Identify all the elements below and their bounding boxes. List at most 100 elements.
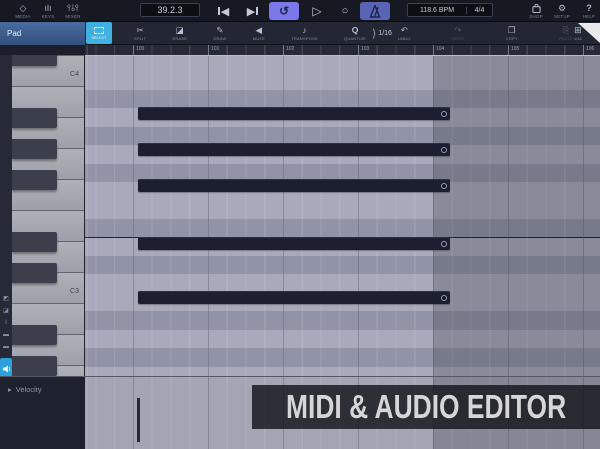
track-name: Pad xyxy=(7,29,21,38)
song-position-display[interactable]: 39.2.3 xyxy=(140,3,200,17)
skip-back-button[interactable]: ◀ xyxy=(212,2,234,20)
help-button[interactable]: ? HELP xyxy=(574,1,600,21)
track-header[interactable]: Pad xyxy=(0,22,85,45)
note-resize-handle[interactable] xyxy=(441,147,447,153)
top-bar: ◇ MEDIA ılı KEYS ⫯⫰⫯ MIXER 39.2.3 ◀ ▶ ↺ … xyxy=(0,0,600,22)
gear-icon: ⚙ xyxy=(558,4,566,13)
ruler-track[interactable]: 100101102103104105106 xyxy=(85,45,600,55)
paste-button[interactable]: ⎘ PASTE xyxy=(559,26,573,41)
shop-bag-icon xyxy=(532,4,541,13)
piano-black-key[interactable] xyxy=(12,356,57,376)
copy-button[interactable]: ❐ COPY xyxy=(506,26,518,41)
bar-tick xyxy=(133,45,134,55)
velocity-header[interactable]: ▸ Velocity xyxy=(0,377,85,449)
piano-black-key[interactable] xyxy=(12,55,57,66)
piano-roll-editor: ◩ ◪ I ▬ ▬ C4C3 xyxy=(0,55,600,376)
piano-black-key[interactable] xyxy=(12,232,57,252)
bar-number: 106 xyxy=(586,46,594,52)
velocity-bar[interactable] xyxy=(137,398,140,442)
loop-button-active[interactable]: ↺ xyxy=(269,2,299,20)
midi-note[interactable] xyxy=(138,291,450,304)
quantize-tool-label: QUANTIZE xyxy=(344,36,366,41)
bar-number: 102 xyxy=(286,46,294,52)
collapse-icon[interactable]: ▬ xyxy=(3,344,9,350)
record-icon: ○ xyxy=(342,5,349,17)
erase-tool-button[interactable]: ◪ ERASE xyxy=(173,26,188,41)
erase-tool-label: ERASE xyxy=(173,36,188,41)
time-signature-value: 4/4 xyxy=(466,7,492,14)
speaker-icon xyxy=(2,364,11,374)
caption-banner: MIDI & AUDIO EDITOR xyxy=(252,385,600,429)
skip-forward-button[interactable]: ▶ xyxy=(242,2,264,20)
tempo-display[interactable]: 118.6 BPM 4/4 xyxy=(407,3,493,17)
note-resize-handle[interactable] xyxy=(441,183,447,189)
undo-button[interactable]: ↶ UNDO xyxy=(398,26,411,41)
split-knife-icon: ✂ xyxy=(137,26,144,35)
tool-group: ✂ SPLIT ◪ ERASE ✎ DRAW ◀ MUTE ♪ TRANSPOS… xyxy=(130,22,370,45)
midi-note[interactable] xyxy=(138,143,450,156)
question-mark-icon: ? xyxy=(586,4,592,13)
midi-note[interactable] xyxy=(138,237,450,250)
split-tool-button[interactable]: ✂ SPLIT xyxy=(134,26,146,41)
note-resize-handle[interactable] xyxy=(441,111,447,117)
play-button[interactable]: ▷ xyxy=(306,2,328,20)
edit-button-group: ↶ UNDO ↷ REDO ❐ COPY ⎘ PASTE xyxy=(398,22,573,45)
note-grid[interactable] xyxy=(85,55,600,376)
setup-button[interactable]: ⚙ SETUP xyxy=(547,1,577,21)
skip-back-icon xyxy=(218,7,220,15)
piano-key-label: C4 xyxy=(70,71,79,78)
mixer-button[interactable]: ⫯⫰⫯ MIXER xyxy=(58,1,88,21)
keys-label: KEYS xyxy=(42,14,55,19)
midi-note[interactable] xyxy=(138,107,450,120)
piano-keyboard[interactable]: C4C3 xyxy=(12,55,85,376)
bar-tick xyxy=(283,45,284,55)
eraser-icon: ◪ xyxy=(176,26,184,35)
bar-number: 105 xyxy=(511,46,519,52)
bpm-value: 118.6 BPM xyxy=(408,7,466,14)
mixer-label: MIXER xyxy=(65,14,80,19)
select-tool-button-active[interactable]: SELECT xyxy=(86,22,112,44)
transpose-tool-label: TRANSPOSE xyxy=(291,36,317,41)
left-tool-strip: ◩ ◪ I ▬ ▬ xyxy=(0,55,12,376)
media-diamond-icon: ◇ xyxy=(20,4,27,13)
midi-note[interactable] xyxy=(138,179,450,192)
midi-audio-editor-app: ◇ MEDIA ılı KEYS ⫯⫰⫯ MIXER 39.2.3 ◀ ▶ ↺ … xyxy=(0,0,600,449)
velocity-tool-icon[interactable]: ◩ xyxy=(3,296,9,302)
setup-label: SETUP xyxy=(554,14,570,19)
grid-snap-button[interactable]: ⊞ 1/16 xyxy=(574,22,582,45)
keys-meter-icon: ılı xyxy=(44,4,51,13)
undo-label: UNDO xyxy=(398,36,411,41)
minimize-icon[interactable]: ▬ xyxy=(3,332,9,338)
piano-black-key[interactable] xyxy=(12,170,57,190)
note-resize-handle[interactable] xyxy=(441,241,447,247)
select-marquee-icon xyxy=(94,27,104,34)
draw-tool-button[interactable]: ✎ DRAW xyxy=(213,26,226,41)
piano-black-key[interactable] xyxy=(12,263,57,283)
ruler: 100101102103104105106 xyxy=(0,45,600,55)
bar-number: 103 xyxy=(361,46,369,52)
mute-tool-button[interactable]: ◀ MUTE xyxy=(253,26,265,41)
piano-black-key[interactable] xyxy=(12,108,57,128)
note-resize-handle[interactable] xyxy=(441,295,447,301)
metronome-button-active[interactable] xyxy=(360,2,390,20)
copy-label: COPY xyxy=(506,36,518,41)
speaker-mute-icon: ◀ xyxy=(256,26,263,35)
piano-black-key[interactable] xyxy=(12,325,57,345)
disclosure-triangle-icon: ▸ xyxy=(8,385,12,394)
redo-button[interactable]: ↷ REDO xyxy=(452,26,464,41)
bar-number: 104 xyxy=(436,46,444,52)
quantize-tool-button[interactable]: Q QUANTIZE xyxy=(344,26,366,41)
bar-tick xyxy=(358,45,359,55)
outside-part-shade xyxy=(433,56,600,376)
piano-black-key[interactable] xyxy=(12,139,57,159)
split-tool-label: SPLIT xyxy=(134,36,146,41)
record-button[interactable]: ○ xyxy=(334,2,356,20)
brace-icon: ⟩ xyxy=(372,27,376,40)
bar-number: 100 xyxy=(136,46,144,52)
draw-tool-icon[interactable]: ◪ xyxy=(3,308,9,314)
info-icon[interactable]: I xyxy=(5,320,7,326)
transpose-tool-button[interactable]: ♪ TRANSPOSE xyxy=(291,26,317,41)
play-icon: ▷ xyxy=(312,4,321,18)
quantize-value-button[interactable]: ⟩ 1/16 xyxy=(372,22,392,45)
media-label: MEDIA xyxy=(15,14,30,19)
